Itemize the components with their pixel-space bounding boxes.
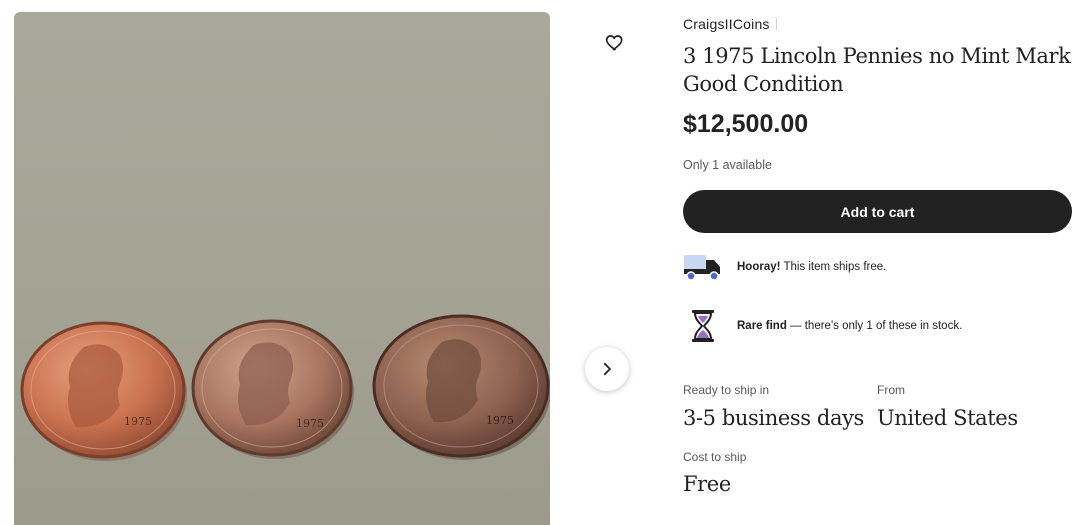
ships-from-value: United States [877, 406, 1018, 430]
penny-3: 1975 [372, 314, 550, 460]
coins-illustration: 1975 1975 1975 [20, 314, 550, 461]
penny-3-year: 1975 [486, 414, 514, 427]
rare-find-text: Rare find — there's only 1 of these in s… [737, 320, 962, 332]
penny-2: 1975 [191, 319, 354, 459]
availability-text: Only 1 available [683, 158, 772, 172]
price: $12,500.00 [683, 110, 809, 138]
ready-to-ship-value: 3-5 business days [683, 406, 864, 430]
penny-1: 1975 [20, 321, 187, 461]
shop-name[interactable]: CraigsIICoins [683, 16, 770, 32]
rare-find-perk: Rare find — there's only 1 of these in s… [683, 309, 1075, 343]
penny-1-year: 1975 [124, 415, 152, 428]
rare-find-bold: Rare find [737, 320, 787, 332]
product-photo[interactable]: 1975 1975 1975 [14, 12, 550, 525]
hourglass-icon [683, 309, 723, 343]
add-to-cart-button[interactable]: Add to cart [683, 190, 1072, 233]
delivery-truck-icon [683, 250, 723, 284]
listing-title: 3 1975 Lincoln Pennies no Mint Mark Good… [683, 44, 1071, 96]
shop-divider [775, 18, 777, 30]
favorite-button[interactable] [601, 28, 629, 56]
penny-2-year: 1975 [296, 417, 324, 430]
free-shipping-bold: Hooray! [737, 261, 781, 273]
free-shipping-perk: Hooray! This item ships free. [683, 250, 1075, 284]
free-shipping-detail: This item ships free. [780, 261, 887, 273]
ready-to-ship-label: Ready to ship in [683, 383, 770, 397]
free-shipping-text: Hooray! This item ships free. [737, 261, 886, 273]
chevron-right-icon [603, 362, 611, 376]
cost-to-ship-label: Cost to ship [683, 450, 747, 464]
next-image-button[interactable] [585, 347, 629, 391]
heart-outline-icon [605, 35, 623, 51]
shop-name-link[interactable]: CraigsIICoins [683, 16, 777, 32]
cost-to-ship-value: Free [683, 472, 731, 496]
rare-find-detail: — there's only 1 of these in stock. [786, 320, 963, 332]
ships-from-label: From [877, 383, 905, 397]
